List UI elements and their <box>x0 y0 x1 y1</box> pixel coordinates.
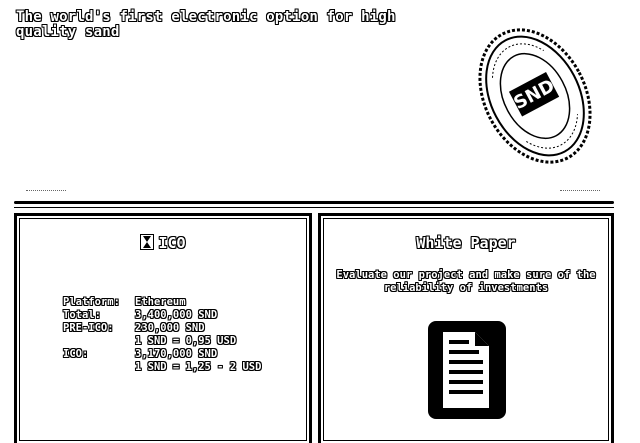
ico-panel-header: ICO <box>17 234 309 252</box>
ico-panel: ICO Platform: Ethereum Total: 3,400,000 SN… <box>14 213 312 443</box>
info-row: 1 SND = 0,95 USD <box>63 335 261 348</box>
info-label: PRE-ICO: <box>63 322 114 334</box>
ico-panel-title: ICO <box>158 234 186 252</box>
dotted-rule-left <box>26 190 66 193</box>
info-label: Platform: <box>63 296 120 308</box>
info-label <box>63 361 135 374</box>
info-value: 3,170,000 SND <box>135 348 218 360</box>
info-label: Total: <box>63 309 101 321</box>
info-label: ICO: <box>63 348 89 360</box>
whitepaper-panel[interactable]: White Paper Evaluate our project and mak… <box>318 213 614 443</box>
info-label <box>63 335 135 348</box>
info-row: 1 SND = 1,25 - 2 USD <box>63 361 261 374</box>
ico-info-table: Platform: Ethereum Total: 3,400,000 SND PR… <box>63 296 261 374</box>
tagline: The world's first electronic option for … <box>16 9 396 40</box>
section-divider <box>14 201 614 204</box>
info-value: 3,400,000 SND <box>135 309 218 321</box>
document-icon[interactable] <box>427 320 507 420</box>
info-value: 1 SND = 0,95 USD <box>135 335 237 347</box>
section-divider-thin <box>14 207 614 208</box>
info-row: Platform: Ethereum <box>63 296 261 309</box>
info-value: 1 SND = 1,25 - 2 USD <box>135 361 262 373</box>
info-value: Ethereum <box>135 296 186 308</box>
hourglass-icon <box>140 234 155 250</box>
whitepaper-description: Evaluate our project and make sure of th… <box>336 269 596 294</box>
info-row: Total: 3,400,000 SND <box>63 309 261 322</box>
whitepaper-panel-title: White Paper <box>416 234 516 252</box>
info-row: ICO: 3,170,000 SND <box>63 348 261 361</box>
dotted-rule-right <box>560 190 600 193</box>
info-value: 230,000 SND <box>135 322 205 334</box>
info-row: PRE-ICO: 230,000 SND <box>63 322 261 335</box>
snd-seal-logo: SND <box>478 28 592 164</box>
